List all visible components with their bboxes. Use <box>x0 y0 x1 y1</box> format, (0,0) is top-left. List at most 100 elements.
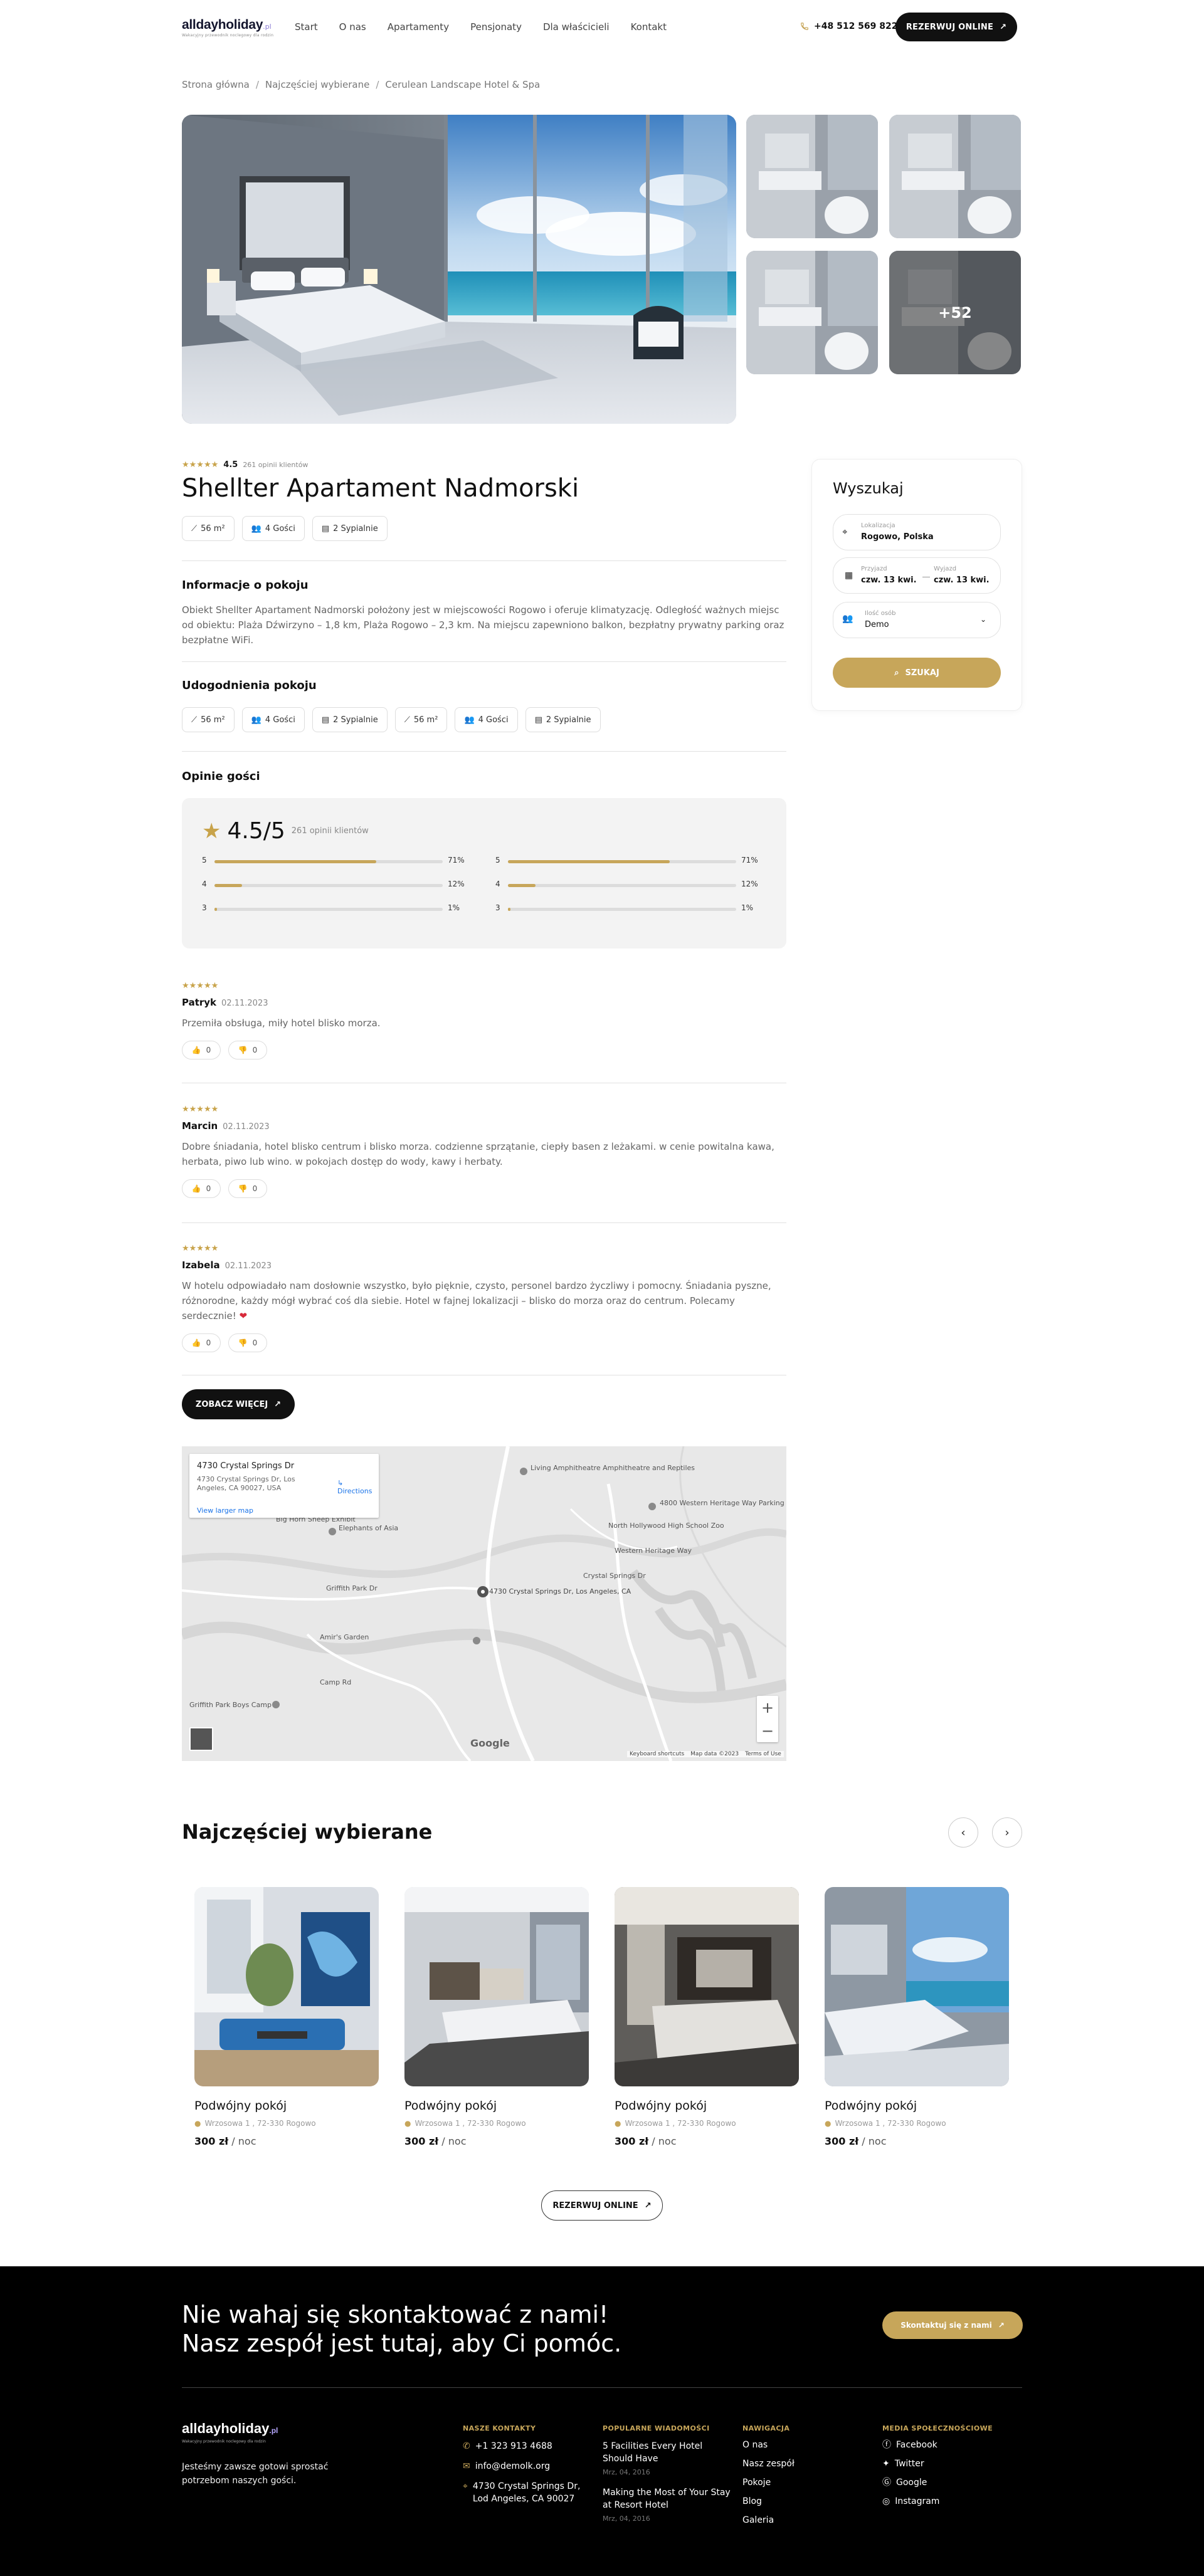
room-card-address: Wrzosowa 1 , 72-330 Rogowo <box>415 2119 526 2128</box>
nav-item-about[interactable]: O nas <box>339 21 366 33</box>
zoom-out-button[interactable]: − <box>757 1719 778 1742</box>
terms-link[interactable]: Terms of Use <box>745 1751 781 1757</box>
see-more-reviews-button[interactable]: ZOBACZ WIĘCEJ ↗ <box>182 1389 295 1419</box>
amenity-guests: 👥 4 Gości <box>455 707 518 732</box>
rating-bar-label: 4 <box>495 880 500 888</box>
amenity-guests: 👥 4 Gości <box>241 707 305 732</box>
map-label: Living Amphitheatre Amphitheatre and Rep… <box>531 1464 695 1472</box>
footer-logo[interactable]: alldayholiday.pl <box>182 2421 278 2437</box>
room-card-price: 300 zł <box>825 2135 859 2147</box>
rating-score: 4.5 <box>223 460 238 470</box>
site-logo[interactable]: alldayholiday.pl Wakacyjny przewodnik no… <box>182 18 273 38</box>
thumbs-up-icon: 👍 <box>191 1338 201 1347</box>
gallery-thumb[interactable] <box>889 115 1021 238</box>
room-card[interactable]: Podwójny pokój ● Wrzosowa 1 , 72-330 Rogo… <box>404 1887 589 2147</box>
star-rating-icon: ★★★★★ <box>182 981 219 991</box>
dislike-button[interactable]: 👎 0 <box>228 1179 267 1198</box>
carousel-prev-button[interactable]: ‹ <box>948 1817 978 1848</box>
dislike-button[interactable]: 👎 0 <box>228 1041 267 1059</box>
gallery-thumb[interactable] <box>746 251 878 374</box>
calendar-icon: ▦ <box>845 570 853 581</box>
book-online-button[interactable]: REZERWUJ ONLINE ↗ <box>895 13 1017 41</box>
map-layer-toggle[interactable] <box>189 1727 213 1751</box>
guests-icon: 👥 <box>842 614 853 624</box>
keyboard-shortcuts-link[interactable]: Keyboard shortcuts <box>630 1751 684 1757</box>
footer-nav-item[interactable]: Nasz zespół <box>742 2458 855 2470</box>
rating-bar-track <box>508 908 736 911</box>
social-twitter[interactable]: ✦ Twitter <box>882 2458 1020 2470</box>
location-field[interactable]: ⌖ Lokalizacja Rogowo, Polska <box>833 514 1001 550</box>
carousel-next-button[interactable]: › <box>992 1817 1022 1848</box>
nav-item-start[interactable]: Start <box>295 21 318 33</box>
breadcrumb-home[interactable]: Strona główna <box>182 79 250 90</box>
like-button[interactable]: 👍 0 <box>182 1333 221 1352</box>
rating-bar-percent: 71% <box>448 856 465 865</box>
breadcrumb-popular[interactable]: Najczęściej wybierane <box>265 79 369 90</box>
footer-nav-item[interactable]: Pokoje <box>742 2476 855 2489</box>
star-icon: ★ <box>202 818 221 844</box>
room-card-price: 300 zł <box>194 2135 229 2147</box>
rating-bar-track <box>214 860 443 863</box>
footer-nav-item[interactable]: Blog <box>742 2495 855 2508</box>
rating-bar-label: 5 <box>495 856 500 865</box>
map-label: Elephants of Asia <box>339 1524 398 1532</box>
info-title: Informacje o pokoju <box>182 579 309 592</box>
nav-item-apartments[interactable]: Apartamenty <box>388 21 449 33</box>
search-button[interactable]: ⌕ SZUKAJ <box>833 658 1001 688</box>
room-card-title: Podwójny pokój <box>825 2099 917 2113</box>
gallery-thumb[interactable] <box>746 115 878 238</box>
room-card[interactable]: Podwójny pokój ● Wrzosowa 1 , 72-330 Rogo… <box>615 1887 799 2147</box>
social-google[interactable]: Ⓖ Google <box>882 2476 1020 2489</box>
room-card-image <box>404 1887 589 2086</box>
review-date: 02.11.2023 <box>221 999 268 1008</box>
map-zoom-controls: + − <box>757 1696 778 1742</box>
footer-nav-item[interactable]: O nas <box>742 2439 855 2451</box>
like-button[interactable]: 👍 0 <box>182 1041 221 1059</box>
social-instagram[interactable]: ◎ Instagram <box>882 2495 1020 2508</box>
map-label: Griffith Park Dr <box>326 1584 378 1592</box>
rating-bar-track <box>508 860 736 863</box>
view-larger-map-link[interactable]: View larger map <box>197 1506 253 1515</box>
book-online-label: REZERWUJ ONLINE <box>906 22 994 32</box>
main-room-photo[interactable] <box>182 115 736 424</box>
room-card[interactable]: Podwójny pokój ● Wrzosowa 1 , 72-330 Rogo… <box>825 1887 1009 2147</box>
thumbs-up-icon: 👍 <box>191 1184 201 1193</box>
rating-bar-fill <box>214 884 242 887</box>
thumbs-down-icon: 👎 <box>238 1046 248 1054</box>
book-online-outline-button[interactable]: REZERWUJ ONLINE ↗ <box>541 2190 663 2221</box>
social-facebook[interactable]: ⓕ Facebook <box>882 2439 1020 2451</box>
news-item[interactable]: Making the Most of Your Stay at Resort H… <box>603 2486 734 2525</box>
guests-icon: 👥 <box>464 715 475 725</box>
amenity-bedrooms: ▤ 2 Sypialnie <box>312 707 388 732</box>
star-rating-icon: ★★★★★ <box>182 460 219 470</box>
guests-select[interactable]: 👥 Ilość osób Demo ⌄ <box>833 602 1001 638</box>
nav-item-contact[interactable]: Kontakt <box>631 21 667 33</box>
footer-email[interactable]: ✉ info@demolk.org <box>463 2460 588 2473</box>
room-card-image <box>825 1887 1009 2086</box>
logo-tagline: Wakacyjny przewodnik noclegowy dla rodzi… <box>182 33 274 38</box>
dates-field[interactable]: ▦ Przyjazd czw. 13 kwi. Wyjazd czw. 13 k… <box>833 557 1001 594</box>
nav-item-owners[interactable]: Dla właścicieli <box>543 21 610 33</box>
map-place-address: 4730 Crystal Springs Dr, Los Angeles, CA… <box>197 1475 295 1492</box>
phone-icon: ✆ <box>463 2441 470 2451</box>
rating-bar-label: 4 <box>202 880 207 888</box>
gallery-more-photos[interactable]: +52 <box>889 251 1021 374</box>
room-card-price: 300 zł <box>404 2135 439 2147</box>
directions-link[interactable]: ↳ Directions <box>337 1479 379 1495</box>
review-item: ★★★★★ Patryk 02.11.2023 Przemiła obsługa,… <box>182 981 786 1059</box>
dislike-button[interactable]: 👎 0 <box>228 1333 267 1352</box>
news-item[interactable]: 5 Facilities Every Hotel Should Have Mrz,… <box>603 2440 734 2479</box>
header-phone[interactable]: +48 512 569 822 <box>800 21 898 31</box>
guests-icon: 👥 <box>251 523 261 534</box>
search-title: Wyszukaj <box>833 480 904 497</box>
footer-phone[interactable]: ✆ +1 323 913 4688 <box>463 2440 588 2452</box>
review-text: Przemiła obsługa, miły hotel blisko morz… <box>182 1017 381 1029</box>
like-button[interactable]: 👍 0 <box>182 1179 221 1198</box>
nav-item-guesthouses[interactable]: Pensjonaty <box>470 21 522 33</box>
divider <box>182 1222 786 1223</box>
footer-nav-item[interactable]: Galeria <box>742 2514 855 2526</box>
location-map[interactable]: Living Amphitheatre Amphitheatre and Rep… <box>182 1446 786 1761</box>
room-card[interactable]: Podwójny pokój ● Wrzosowa 1 , 72-330 Rogo… <box>194 1887 379 2147</box>
contact-us-button[interactable]: Skontaktuj się z nami ↗ <box>882 2311 1023 2339</box>
zoom-in-button[interactable]: + <box>757 1696 778 1719</box>
